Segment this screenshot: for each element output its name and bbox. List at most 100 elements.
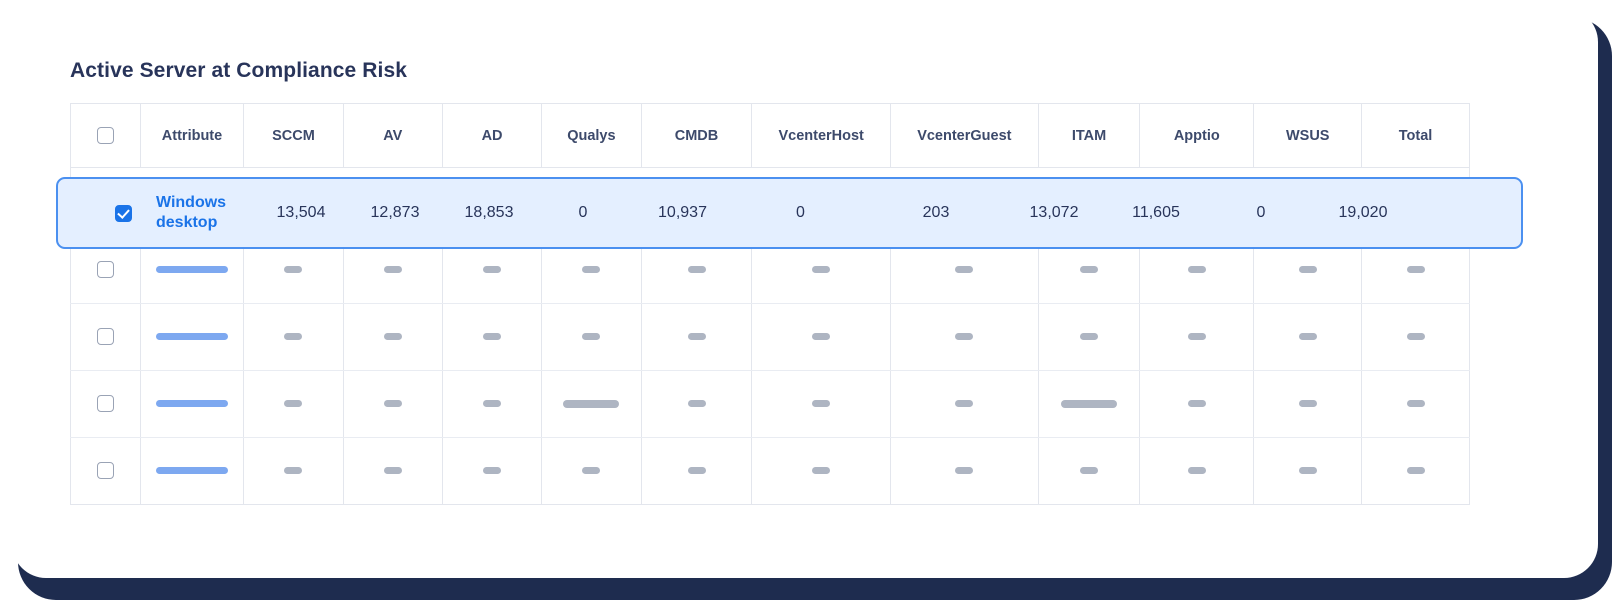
skeleton-bar (1406, 400, 1425, 408)
skeleton-bar (563, 399, 620, 408)
row-cell-wsus (1253, 437, 1363, 505)
row-cell-ad (442, 370, 543, 438)
skeleton-bar (383, 333, 402, 341)
skeleton-bar (383, 467, 402, 475)
header-cell-sccm[interactable]: SCCM (243, 103, 344, 168)
header-cell-vcenterguest[interactable]: VcenterGuest (890, 103, 1039, 168)
row-cell-apptio (1139, 303, 1255, 371)
selected-row-cell-total: 19,020 (1338, 204, 1388, 221)
skeleton-bar (483, 400, 502, 408)
row-cell-total (1361, 303, 1470, 371)
skeleton-bar (156, 266, 228, 274)
row-cell-cmdb (641, 437, 753, 505)
row-cell-qualys (541, 303, 642, 371)
row-cell-wsus (1253, 370, 1363, 438)
selected-row-cell-apptio: 11,605 (1132, 204, 1180, 221)
skeleton-bar (1298, 467, 1317, 475)
row-cell-itam (1038, 303, 1141, 371)
skeleton-bar (483, 467, 502, 475)
row-checkbox[interactable] (96, 261, 114, 279)
skeleton-bar (1187, 467, 1206, 475)
dashboard-card: Active Server at Compliance Risk Attribu… (12, 8, 1598, 578)
skeleton-bar (383, 266, 402, 274)
row-cell-itam (1038, 437, 1141, 505)
row-cell-total (1362, 438, 1470, 505)
skeleton-bar (955, 333, 974, 341)
skeleton-bar (812, 400, 831, 408)
row-cell-wsus (1253, 303, 1363, 371)
row-cell-vcenterhost (751, 303, 891, 371)
selected-row-cell-av: 12,873 (370, 204, 420, 221)
skeleton-bar (1298, 333, 1317, 341)
header-cell-vcenterhost[interactable]: VcenterHost (751, 103, 891, 168)
row-checkbox-cell (70, 370, 141, 438)
skeleton-bar (1080, 467, 1099, 475)
skeleton-bar (687, 467, 706, 475)
selected-row-cell-cmdb: 10,937 (658, 204, 707, 221)
skeleton-bar (284, 266, 303, 274)
skeleton-bar (812, 333, 831, 341)
header-cell-total[interactable]: Total (1361, 103, 1470, 168)
skeleton-bar (812, 266, 831, 274)
table-row[interactable] (70, 437, 1470, 505)
header-cell-attribute[interactable]: Attribute (140, 103, 245, 168)
table-row[interactable] (70, 370, 1470, 438)
selected-row-checkbox-cell (90, 179, 156, 247)
skeleton-bar (1406, 266, 1425, 274)
skeleton-bar (284, 467, 303, 475)
compliance-risk-table-wrapper: Attribute SCCM AV AD Qualys CMDB Vcenter… (70, 103, 1470, 505)
header-cell-select-all (70, 103, 141, 168)
row-checkbox-cell (70, 303, 141, 371)
skeleton-bar (955, 266, 974, 274)
skeleton-bar (1061, 399, 1118, 408)
table-row-selected[interactable]: Windows desktop 13,504 12,873 18,853 0 1… (56, 177, 1523, 249)
selected-row-attribute[interactable]: Windows desktop (156, 179, 254, 247)
skeleton-bar (483, 266, 502, 274)
selected-row-cell-ad: 18,853 (464, 204, 514, 221)
table-header-row: Attribute SCCM AV AD Qualys CMDB Vcenter… (70, 103, 1470, 168)
header-cell-itam[interactable]: ITAM (1038, 103, 1141, 168)
row-cell-total (1361, 370, 1470, 438)
header-cell-av[interactable]: AV (343, 103, 443, 168)
selected-row-cell-wsus: 0 (1256, 204, 1266, 221)
select-all-checkbox[interactable] (96, 127, 114, 144)
skeleton-bar (383, 400, 402, 408)
row-cell-sccm (243, 303, 344, 371)
skeleton-bar (955, 400, 974, 408)
skeleton-bar (812, 467, 831, 475)
skeleton-bar (687, 333, 706, 341)
header-cell-wsus[interactable]: WSUS (1253, 103, 1363, 168)
selected-row-cell-vcenterguest: 203 (922, 204, 950, 221)
skeleton-bar (582, 266, 601, 274)
row-checkbox-checked[interactable] (114, 204, 132, 222)
skeleton-bar (1406, 467, 1425, 475)
row-cell-vcenterguest (890, 303, 1039, 371)
row-cell-av (343, 370, 443, 438)
skeleton-bar (687, 266, 706, 274)
row-checkbox[interactable] (96, 395, 114, 413)
row-cell-apptio (1139, 370, 1255, 438)
skeleton-bar (1187, 400, 1206, 408)
page-title: Active Server at Compliance Risk (70, 59, 408, 82)
header-cell-ad[interactable]: AD (442, 103, 543, 168)
row-attribute-placeholder (140, 303, 245, 371)
skeleton-bar (1406, 333, 1425, 341)
selected-row-cell-qualys: 0 (578, 204, 588, 221)
row-checkbox[interactable] (96, 462, 114, 480)
row-checkbox[interactable] (96, 328, 114, 346)
skeleton-bar (1187, 333, 1206, 341)
header-cell-qualys[interactable]: Qualys (541, 103, 642, 168)
row-cell-sccm (243, 437, 344, 505)
skeleton-bar (284, 400, 303, 408)
skeleton-bar (1298, 266, 1317, 274)
row-cell-sccm (243, 370, 344, 438)
skeleton-bar (1298, 400, 1317, 408)
skeleton-bar (156, 467, 228, 475)
skeleton-bar (1187, 266, 1206, 274)
skeleton-bar (156, 400, 228, 408)
header-cell-cmdb[interactable]: CMDB (641, 103, 753, 168)
header-cell-apptio[interactable]: Apptio (1139, 103, 1255, 168)
row-cell-qualys (541, 437, 642, 505)
skeleton-bar (1080, 333, 1099, 341)
table-row[interactable] (70, 303, 1470, 371)
